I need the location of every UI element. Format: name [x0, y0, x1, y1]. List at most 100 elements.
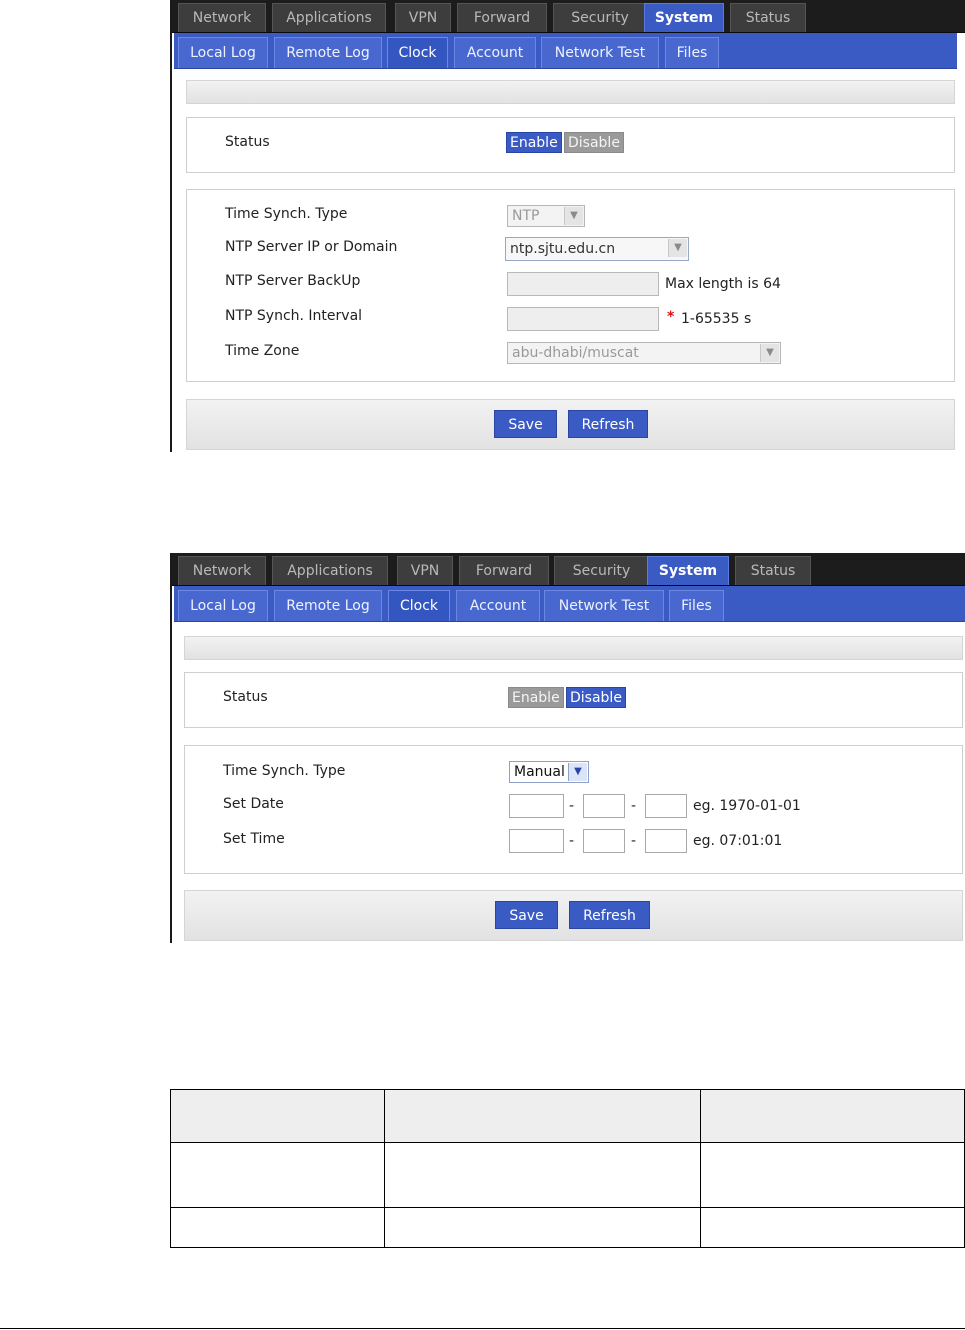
ntp-server-value: ntp.sjtu.edu.cn — [510, 241, 616, 257]
chevron-down-icon: ▼ — [668, 239, 687, 257]
header-strip — [186, 80, 955, 104]
ntp-server-label: NTP Server IP or Domain — [225, 239, 398, 255]
action-bar: Save Refresh — [184, 890, 963, 941]
table-cell — [170, 1089, 385, 1143]
action-bar: Save Refresh — [186, 399, 955, 450]
subtab-account[interactable]: Account — [456, 590, 540, 621]
time-zone-label: Time Zone — [225, 343, 300, 359]
synch-type-label: Time Synch. Type — [223, 763, 346, 779]
table-header-row — [170, 1089, 965, 1143]
sub-navigation: Local Log Remote Log Clock Account Netwo… — [174, 33, 957, 69]
ntp-interval-label: NTP Synch. Interval — [225, 308, 363, 324]
required-star: * — [667, 309, 675, 325]
time-second-input[interactable] — [645, 829, 687, 853]
table-cell — [700, 1207, 965, 1248]
table-cell — [170, 1142, 385, 1208]
tab-forward[interactable]: Forward — [457, 3, 547, 32]
subtab-files[interactable]: Files — [669, 590, 724, 621]
tab-status[interactable]: Status — [735, 556, 811, 585]
subtab-files[interactable]: Files — [665, 37, 719, 68]
top-navigation: Network Applications VPN Forward Securit… — [172, 0, 965, 33]
save-button[interactable]: Save — [494, 410, 557, 438]
tab-security[interactable]: Security — [554, 556, 649, 585]
subtab-network-test[interactable]: Network Test — [541, 37, 659, 68]
set-date-label: Set Date — [223, 796, 284, 812]
ntp-server-select[interactable]: ntp.sjtu.edu.cn ▼ — [505, 237, 689, 261]
tab-applications[interactable]: Applications — [272, 556, 388, 585]
refresh-button[interactable]: Refresh — [569, 901, 650, 929]
date-separator: - — [631, 798, 637, 814]
time-minute-input[interactable] — [583, 829, 625, 853]
ntp-backup-hint: Max length is 64 — [665, 276, 781, 292]
chevron-down-icon: ▼ — [568, 763, 587, 781]
time-separator: - — [569, 833, 575, 849]
parameter-table — [170, 1089, 965, 1248]
subtab-local-log[interactable]: Local Log — [178, 590, 268, 621]
ntp-interval-input[interactable] — [507, 307, 659, 331]
subtab-clock[interactable]: Clock — [387, 37, 448, 68]
disable-button[interactable]: Disable — [566, 687, 626, 708]
sub-navigation: Local Log Remote Log Clock Account Netwo… — [174, 586, 965, 622]
enable-button[interactable]: Enable — [506, 132, 562, 153]
save-button[interactable]: Save — [495, 901, 558, 929]
table-cell — [384, 1207, 701, 1248]
synch-type-value: Manual — [514, 764, 565, 780]
tab-system[interactable]: System — [647, 556, 729, 585]
tab-security[interactable]: Security — [553, 3, 647, 32]
subtab-remote-log[interactable]: Remote Log — [274, 37, 382, 68]
tab-network[interactable]: Network — [178, 556, 266, 585]
set-time-label: Set Time — [223, 831, 285, 847]
time-hour-input[interactable] — [509, 829, 564, 853]
status-label: Status — [225, 134, 270, 150]
enable-button[interactable]: Enable — [508, 687, 564, 708]
time-separator: - — [631, 833, 637, 849]
time-hint: eg. 07:01:01 — [693, 833, 783, 849]
tab-network[interactable]: Network — [178, 3, 266, 32]
date-year-input[interactable] — [509, 794, 564, 818]
tab-forward[interactable]: Forward — [459, 556, 549, 585]
ntp-backup-input[interactable] — [507, 272, 659, 296]
tab-vpn[interactable]: VPN — [397, 556, 453, 585]
page-footer-rule — [0, 1328, 965, 1329]
refresh-button[interactable]: Refresh — [568, 410, 648, 438]
table-row — [170, 1142, 965, 1208]
time-zone-value: abu-dhabi/muscat — [512, 345, 639, 361]
table-cell — [384, 1142, 701, 1208]
subtab-clock[interactable]: Clock — [388, 590, 450, 621]
date-month-input[interactable] — [583, 794, 625, 818]
top-navigation: Network Applications VPN Forward Securit… — [172, 553, 965, 586]
table-row — [170, 1207, 965, 1248]
subtab-network-test[interactable]: Network Test — [544, 590, 664, 621]
subtab-local-log[interactable]: Local Log — [178, 37, 268, 68]
subtab-remote-log[interactable]: Remote Log — [274, 590, 382, 621]
status-section: Status Enable Disable — [184, 672, 963, 728]
tab-applications[interactable]: Applications — [272, 3, 386, 32]
table-cell — [384, 1089, 701, 1143]
ntp-backup-label: NTP Server BackUp — [225, 273, 361, 289]
tab-vpn[interactable]: VPN — [395, 3, 451, 32]
chevron-down-icon: ▼ — [564, 207, 583, 225]
ntp-interval-hint: 1-65535 s — [681, 311, 752, 327]
time-settings-section: Time Synch. Type Manual ▼ Set Date - - e… — [184, 745, 963, 874]
synch-type-select[interactable]: NTP ▼ — [507, 205, 585, 227]
manual-clock-screenshot: Network Applications VPN Forward Securit… — [170, 553, 965, 943]
synch-type-label: Time Synch. Type — [225, 206, 348, 222]
status-section: Status Enable Disable — [186, 117, 955, 173]
time-settings-section: Time Synch. Type NTP ▼ NTP Server IP or … — [186, 189, 955, 382]
time-zone-select[interactable]: abu-dhabi/muscat ▼ — [507, 342, 781, 364]
disable-button[interactable]: Disable — [564, 132, 624, 153]
header-strip — [184, 636, 963, 660]
tab-system[interactable]: System — [644, 3, 724, 32]
chevron-down-icon: ▼ — [760, 344, 779, 362]
synch-type-value: NTP — [512, 208, 540, 224]
tab-status[interactable]: Status — [730, 3, 806, 32]
table-cell — [700, 1142, 965, 1208]
table-cell — [170, 1207, 385, 1248]
date-day-input[interactable] — [645, 794, 687, 818]
subtab-account[interactable]: Account — [454, 37, 536, 68]
date-separator: - — [569, 798, 575, 814]
status-label: Status — [223, 689, 268, 705]
synch-type-select[interactable]: Manual ▼ — [509, 761, 589, 783]
table-cell — [700, 1089, 965, 1143]
date-hint: eg. 1970-01-01 — [693, 798, 801, 814]
